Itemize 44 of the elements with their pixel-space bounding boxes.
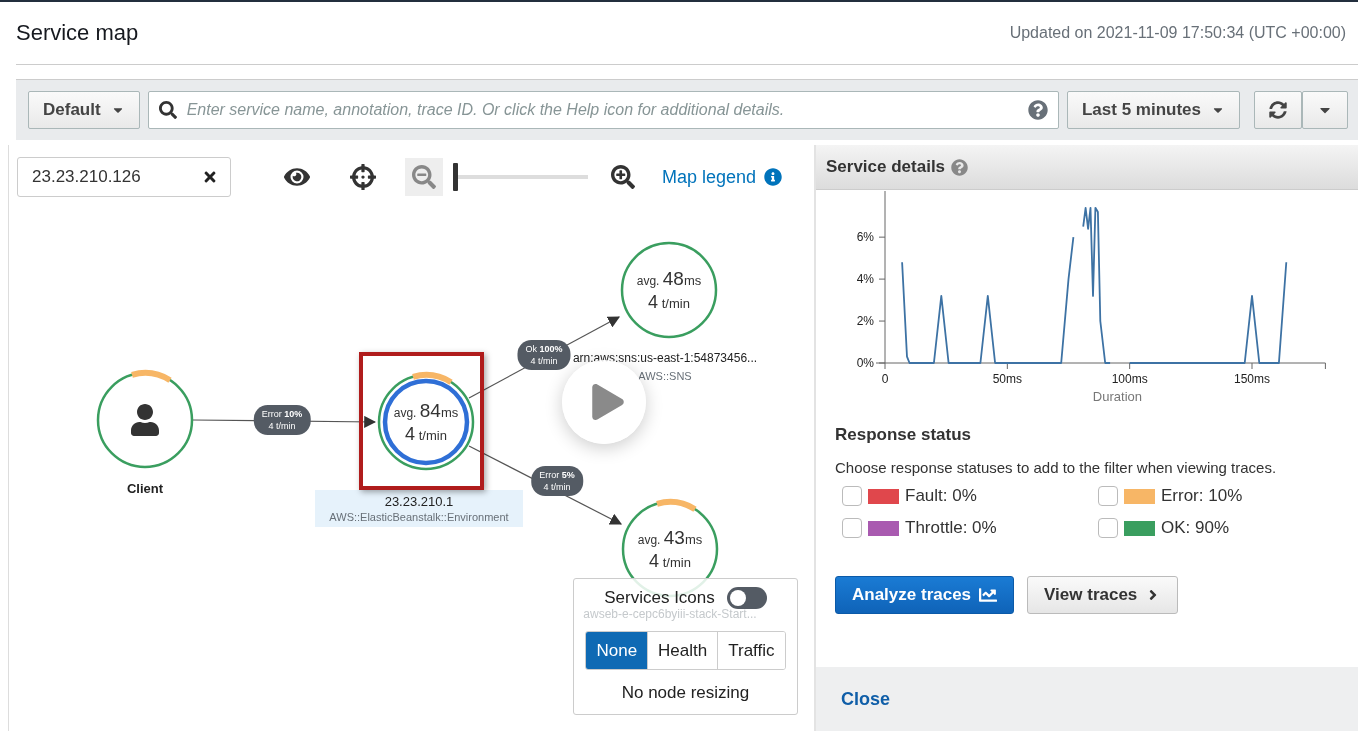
y-tick-label: 6% [856,230,874,245]
page-title: Service map [16,20,139,46]
search-box[interactable]: Enter service name, annotation, trace ID. Or click the Help icon for additional details. [147,91,1059,129]
status-label: Throttle: 0% [905,518,997,538]
section-title: Response status [835,425,973,445]
latency-text: avg. 48ms [636,267,702,290]
y-tick-label: 4% [856,272,874,287]
close-link[interactable]: Close [841,688,891,710]
x-axis-title: Duration [1092,389,1142,404]
node-label: awseb-e-cepc6byiii-stack-Start... [583,607,757,621]
node-type-label: AWS::SNS [638,370,692,382]
filter-box[interactable]: 23.23.210.126 [17,157,231,197]
map-legend-link[interactable]: Map legend [662,166,783,188]
services-icons-label: Services Icons [604,588,715,608]
analyze-traces-button[interactable]: Analyze traces [835,576,1015,614]
node-label[interactable]: 23.23.210.1 AWS::ElasticBeanstalk::Environment [315,490,523,527]
throughput-text: 4 t/min [649,550,691,572]
edge-label[interactable]: Error 5% 4 t/min [531,466,583,496]
section-hint: Choose response statuses to add to the filter when viewing traces. [835,459,1278,476]
group-dropdown[interactable]: Default [28,91,140,129]
y-tick-label: 0% [856,356,874,370]
x-tick-label: 150ms [1234,372,1270,386]
throughput-text: 4 t/min [405,423,447,445]
node-label: arn:aws:sns:us-east-1:54873456... [572,351,758,365]
x-tick-label: 0 [881,372,889,386]
view-traces-button[interactable]: View traces [1027,576,1179,614]
edge-label[interactable]: Error 10% 4 t/min [253,405,311,435]
throughput-text: 4 t/min [648,291,690,313]
mode-option[interactable]: Traffic [717,632,785,669]
panel-title: Service details [826,157,946,177]
x-tick-label: 100ms [1111,372,1148,386]
latency-text: avg. 43ms [637,526,703,549]
y-tick-label: 2% [856,314,874,329]
time-range-dropdown[interactable]: Last 5 minutes [1066,91,1240,129]
status-label: Error: 10% [1161,486,1243,506]
updated-timestamp: Updated on 2021-11-09 17:50:34 (UTC +00:00) [1009,24,1346,42]
mode-option[interactable]: None [586,632,648,669]
x-tick-label: 50ms [992,372,1022,386]
edge-label[interactable]: Ok 100% 4 t/min [517,340,571,370]
node-label: Client [126,481,164,496]
latency-text: avg. 84ms [393,399,459,422]
mode-description: No node resizing [621,683,750,703]
status-label: OK: 90% [1161,518,1230,538]
status-label: Fault: 0% [905,486,977,506]
